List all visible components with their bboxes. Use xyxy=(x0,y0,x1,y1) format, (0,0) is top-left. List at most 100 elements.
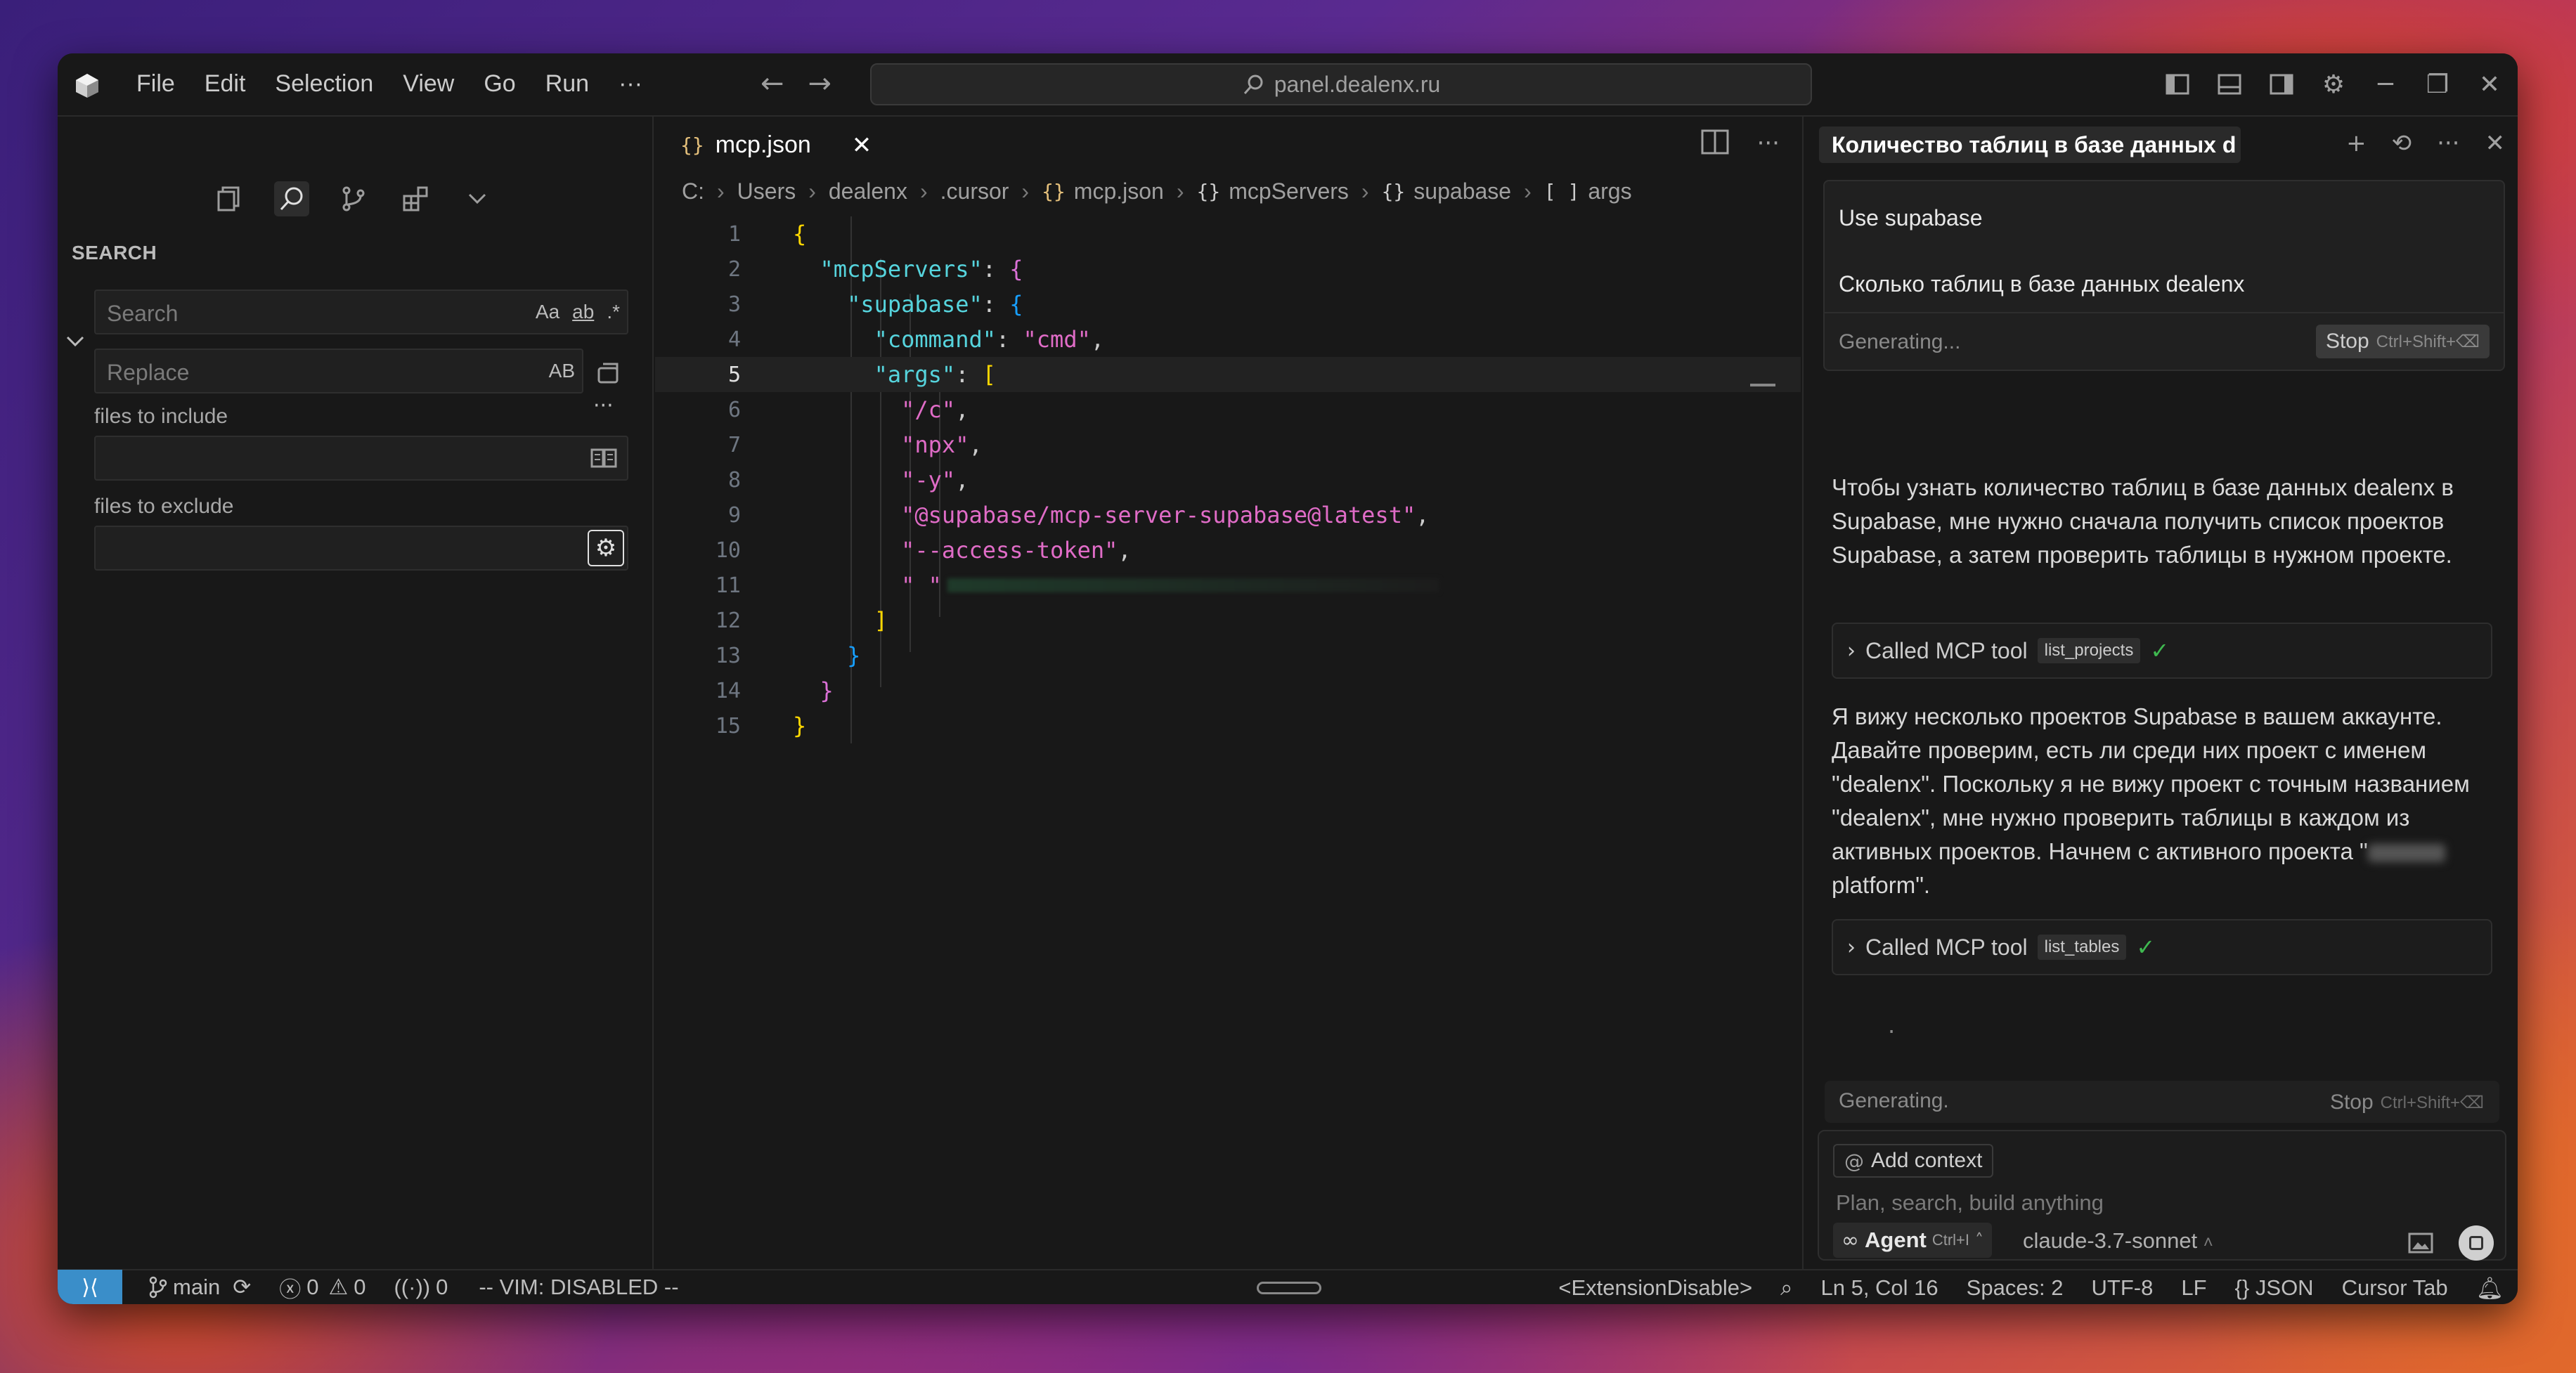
toggle-panel-icon[interactable] xyxy=(2215,70,2244,98)
menu-run[interactable]: Run xyxy=(545,70,589,98)
tool-name-tag: list_projects xyxy=(2037,638,2141,663)
close-chat-icon[interactable]: ✕ xyxy=(2485,129,2506,157)
image-icon[interactable] xyxy=(2408,1232,2433,1254)
chat-tab-title[interactable]: Количество таблиц в базе данных d xyxy=(1819,126,2241,163)
editor-tab-bar: {} mcp.json ✕ ··· xyxy=(655,117,1801,171)
encoding[interactable]: UTF-8 xyxy=(2092,1275,2154,1301)
code-editor[interactable]: 1{ 2 "mcpServers": { 3 "supabase": { 4 "… xyxy=(655,216,1801,743)
new-chat-plus-icon[interactable]: + xyxy=(2346,129,2367,157)
preserve-case-toggle[interactable]: AB xyxy=(549,360,575,382)
more-options-icon[interactable]: ··· xyxy=(593,393,614,418)
toggle-primary-sidebar-icon[interactable] xyxy=(2163,70,2192,98)
files-to-include-input[interactable] xyxy=(94,436,628,481)
use-exclude-settings-gear-icon[interactable]: ⚙ xyxy=(588,530,624,566)
mcp-tool-call-list-projects[interactable]: › Called MCP tool list_projects ✓ xyxy=(1832,623,2492,679)
tab-mcp-json[interactable]: {} mcp.json ✕ xyxy=(655,117,898,171)
breadcrumb-mcpservers[interactable]: mcpServers xyxy=(1229,178,1349,204)
stop-button[interactable]: Stop Ctrl+Shift+⌫ xyxy=(2315,325,2490,358)
app-window: File Edit Selection View Go Run ··· ← → … xyxy=(58,53,2518,1304)
settings-gear-icon[interactable]: ⚙ xyxy=(2319,70,2348,99)
user-message-line2: Сколько таблиц в базе данных dealenx xyxy=(1839,271,2245,297)
command-center[interactable]: panel.dealenx.ru xyxy=(870,63,1812,105)
model-selector[interactable]: claude-3.7-sonnet ˄ xyxy=(2023,1228,2213,1254)
ports-indicator[interactable]: ((·)) 0 xyxy=(394,1275,448,1300)
user-message[interactable]: Use supabase Сколько таблиц в базе данны… xyxy=(1823,180,2505,371)
forward-arrow-icon[interactable]: → xyxy=(808,67,832,100)
menu-bar: File Edit Selection View Go Run ··· xyxy=(136,70,672,98)
menu-file[interactable]: File xyxy=(136,70,175,98)
chat-more-icon[interactable]: ··· xyxy=(2437,129,2459,157)
close-tab-icon[interactable]: ✕ xyxy=(852,131,872,160)
explorer-icon[interactable] xyxy=(212,181,247,216)
code-line: 9 "@supabase/mcp-server-supabase@latest"… xyxy=(727,502,1430,528)
breadcrumb-file[interactable]: mcp.json xyxy=(1074,178,1164,204)
zoom-icon[interactable]: ⌕ xyxy=(1780,1275,1792,1301)
chevron-right-icon: › xyxy=(717,178,725,204)
toggle-replace-chevron-icon[interactable] xyxy=(65,334,86,349)
use-regex-toggle[interactable]: .* xyxy=(607,301,620,323)
breadcrumb-supabase[interactable]: supabase xyxy=(1413,178,1511,204)
search-view-icon[interactable] xyxy=(274,181,309,216)
code-line: 11 " " xyxy=(655,568,1801,603)
history-icon[interactable]: ⟲ xyxy=(2392,129,2412,157)
extensions-icon[interactable] xyxy=(398,181,433,216)
notifications-bell-icon[interactable]: 🔔︎ xyxy=(2476,1275,2504,1301)
check-icon: ✓ xyxy=(2136,934,2156,961)
vim-status: -- VIM: DISABLED -- xyxy=(479,1275,679,1299)
files-to-exclude-input[interactable]: ⚙ xyxy=(94,526,628,571)
problems-indicator[interactable]: ⓧ 0 ⚠ 0 xyxy=(279,1272,365,1303)
add-context-button[interactable]: @ Add context xyxy=(1833,1144,1994,1178)
match-whole-word-toggle[interactable]: ab xyxy=(572,301,594,323)
breadcrumb-args[interactable]: args xyxy=(1588,178,1631,204)
extension-status[interactable]: <ExtensionDisable> xyxy=(1558,1275,1752,1301)
split-editor-icon[interactable] xyxy=(1701,129,1729,155)
redacted-project-name xyxy=(2367,844,2445,863)
menu-more[interactable]: ··· xyxy=(619,70,642,98)
branch-indicator[interactable]: main ⟳ xyxy=(149,1275,251,1300)
match-case-toggle[interactable]: Aa xyxy=(536,301,559,323)
agent-mode-selector[interactable]: ∞ Agent Ctrl+I ˄ xyxy=(1833,1223,1993,1258)
sync-icon[interactable]: ⟳ xyxy=(233,1275,251,1300)
code-line: 13 } xyxy=(715,642,861,669)
layout-control-pill[interactable] xyxy=(1257,1282,1321,1294)
language-mode[interactable]: {} JSON xyxy=(2235,1275,2314,1301)
cursor-logo-icon xyxy=(76,74,98,98)
breadcrumb-users[interactable]: Users xyxy=(737,178,796,204)
search-placeholder: Search xyxy=(107,301,179,326)
close-window-icon[interactable]: ✕ xyxy=(2475,70,2504,99)
editor-area: {} mcp.json ✕ ··· C: › Users › dealenx › .c… xyxy=(655,117,1801,1269)
code-line: 7 "npx", xyxy=(727,431,983,458)
menu-go[interactable]: Go xyxy=(484,70,515,98)
minimize-icon[interactable]: ─ xyxy=(2371,70,2400,99)
open-editors-book-icon[interactable] xyxy=(590,447,617,469)
cursor-position[interactable]: Ln 5, Col 16 xyxy=(1820,1275,1938,1301)
search-input[interactable]: Search Aa ab .* xyxy=(94,289,628,334)
indentation[interactable]: Spaces: 2 xyxy=(1967,1275,2064,1301)
redacted-token xyxy=(947,578,1439,592)
source-control-icon[interactable] xyxy=(336,181,371,216)
cursor-tab-status[interactable]: Cursor Tab xyxy=(2342,1275,2448,1301)
breadcrumb-dealenx[interactable]: dealenx xyxy=(829,178,907,204)
code-line: 10 "--access-token", xyxy=(715,537,1132,564)
menu-edit[interactable]: Edit xyxy=(205,70,246,98)
breadcrumb-cursor[interactable]: .cursor xyxy=(940,178,1009,204)
back-arrow-icon[interactable]: ← xyxy=(760,67,784,100)
files-to-exclude-label: files to exclude xyxy=(94,495,234,518)
toggle-secondary-sidebar-icon[interactable] xyxy=(2267,70,2296,98)
menu-selection[interactable]: Selection xyxy=(275,70,373,98)
remote-indicator-icon[interactable]: ⟩⟨ xyxy=(58,1270,122,1304)
composer-input[interactable]: Plan, search, build anything xyxy=(1836,1190,2104,1216)
maximize-icon[interactable]: ❐ xyxy=(2423,70,2452,99)
more-actions-icon[interactable]: ··· xyxy=(1757,129,1780,157)
json-file-icon: {} xyxy=(1042,179,1066,203)
replace-input[interactable]: Replace AB xyxy=(94,349,583,393)
menu-view[interactable]: View xyxy=(403,70,454,98)
mcp-tool-call-list-tables[interactable]: › Called MCP tool list_tables ✓ xyxy=(1832,919,2492,975)
stop-generation-icon[interactable] xyxy=(2459,1225,2494,1261)
status-bar: ⟩⟨ main ⟳ ⓧ 0 ⚠ 0 ((·)) 0 -- VIM: DISABLED … xyxy=(58,1269,2518,1304)
stop-button-secondary[interactable]: Stop Ctrl+Shift+⌫ xyxy=(2330,1091,2484,1114)
replace-all-icon[interactable] xyxy=(595,358,623,386)
chevron-down-icon[interactable] xyxy=(460,181,495,216)
breadcrumb-drive[interactable]: C: xyxy=(682,178,704,204)
end-of-line[interactable]: LF xyxy=(2181,1275,2206,1301)
